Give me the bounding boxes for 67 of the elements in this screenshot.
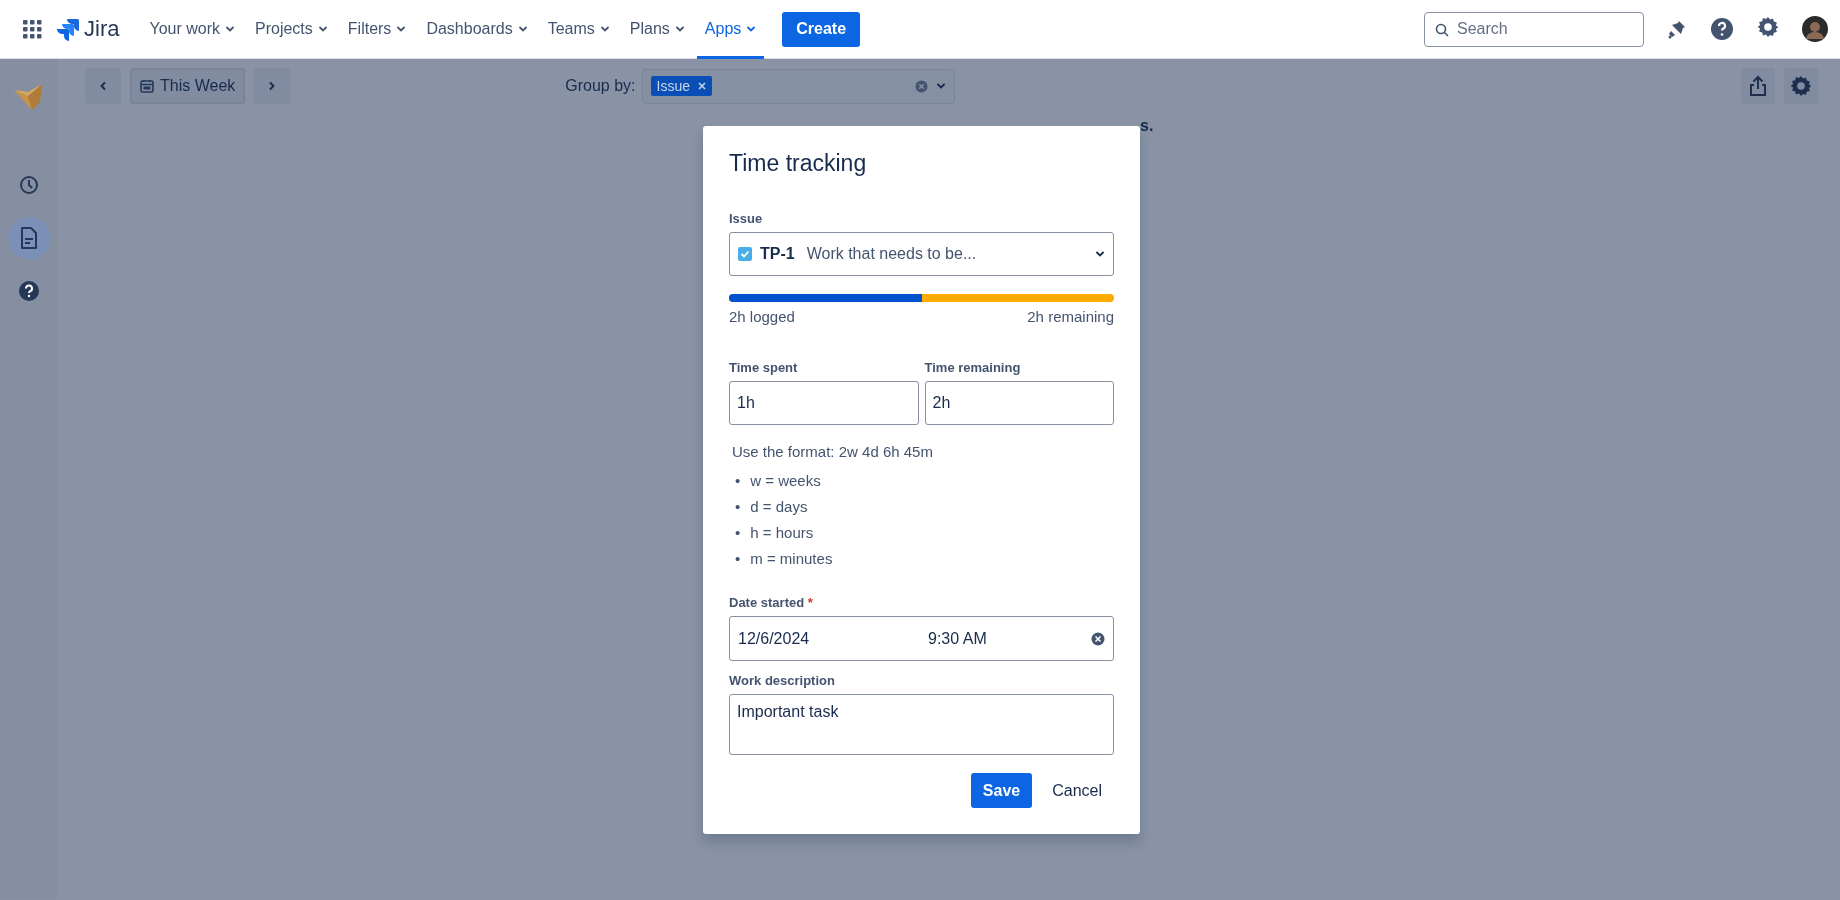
unit-item: m = minutes: [750, 549, 833, 569]
remove-icon[interactable]: [698, 82, 706, 90]
nav-tab[interactable]: Projects: [247, 0, 336, 59]
chevron-down-icon: [674, 24, 685, 34]
task-icon: [738, 247, 752, 261]
clear-icon[interactable]: [1091, 631, 1105, 646]
nav-tab[interactable]: Plans: [621, 0, 693, 59]
bullet: •: [735, 471, 741, 491]
nav-tab[interactable]: Apps: [696, 0, 765, 59]
chevron-down-icon: [599, 24, 610, 34]
logged-text: 2h logged: [729, 308, 795, 325]
help-icon[interactable]: [1710, 17, 1734, 41]
time-remaining-field[interactable]: 2h: [924, 381, 1114, 425]
create-button[interactable]: Create: [782, 11, 861, 47]
product-name: Jira: [84, 16, 120, 42]
calendar-icon: [140, 79, 154, 93]
remaining-text: 2h remaining: [1027, 308, 1114, 325]
logo-icon: [56, 17, 80, 41]
group-by-label: Group by:: [565, 77, 636, 95]
field-label: Work description: [729, 673, 836, 688]
group-tag[interactable]: Issue: [650, 76, 712, 96]
settings-icon: [1756, 15, 1780, 39]
background-text: s.: [1140, 117, 1154, 135]
clock-icon: [19, 175, 39, 195]
bullet: •: [735, 523, 741, 543]
save-button[interactable]: Save: [970, 773, 1033, 808]
document-icon: [20, 227, 38, 249]
settings-icon: [1789, 74, 1813, 98]
nav-tab[interactable]: Your work: [141, 0, 243, 59]
dialog-title: Time tracking: [729, 150, 868, 177]
bullet: •: [735, 549, 741, 569]
share-button[interactable]: [1741, 68, 1775, 104]
unit-item: h = hours: [750, 523, 814, 543]
avatar[interactable]: [1802, 16, 1828, 42]
share-icon: [1749, 75, 1767, 97]
field-label: Date started: [729, 595, 805, 610]
time-spent-field[interactable]: 1h: [729, 381, 919, 425]
search-field[interactable]: Search: [1424, 11, 1644, 47]
field-label: Time spent: [729, 360, 799, 375]
field-label: Issue: [729, 211, 764, 226]
unit-item: w = weeks: [750, 471, 821, 491]
field-label: Time remaining: [924, 360, 1022, 375]
chevron-down-icon: [317, 24, 328, 34]
nav-tab[interactable]: Dashboards: [418, 0, 536, 59]
chevron-down-icon: [517, 24, 528, 34]
nav-tab[interactable]: Filters: [339, 0, 415, 59]
bullet: •: [735, 497, 741, 517]
unit-item: d = days: [750, 497, 808, 517]
cancel-button[interactable]: Cancel: [1040, 773, 1114, 808]
chevron-down-icon: [225, 24, 235, 34]
issue-select[interactable]: TP-1 Work that needs to be...: [729, 232, 1114, 276]
sidebar-item[interactable]: [8, 217, 50, 259]
nav-tab[interactable]: Teams: [539, 0, 618, 59]
description-field[interactable]: Important task: [729, 694, 1114, 755]
required-mark: *: [807, 595, 813, 610]
period-button[interactable]: This Week: [130, 68, 246, 104]
format-hint: Use the format: 2w 4d 6h 45m: [732, 443, 934, 460]
date-time-field[interactable]: 12/6/2024 9:30 AM: [729, 616, 1114, 661]
chevron-down-icon: [396, 24, 407, 34]
settings-button[interactable]: [1784, 68, 1818, 104]
chevron-down-icon: [935, 81, 946, 91]
app-switcher-icon[interactable]: [22, 19, 42, 39]
chevron-down-icon: [1095, 249, 1105, 259]
help-icon: [18, 280, 40, 302]
chevron-down-icon: [746, 24, 757, 34]
group-by-select[interactable]: Issue: [641, 68, 955, 104]
chevron-left-icon: [98, 81, 108, 91]
